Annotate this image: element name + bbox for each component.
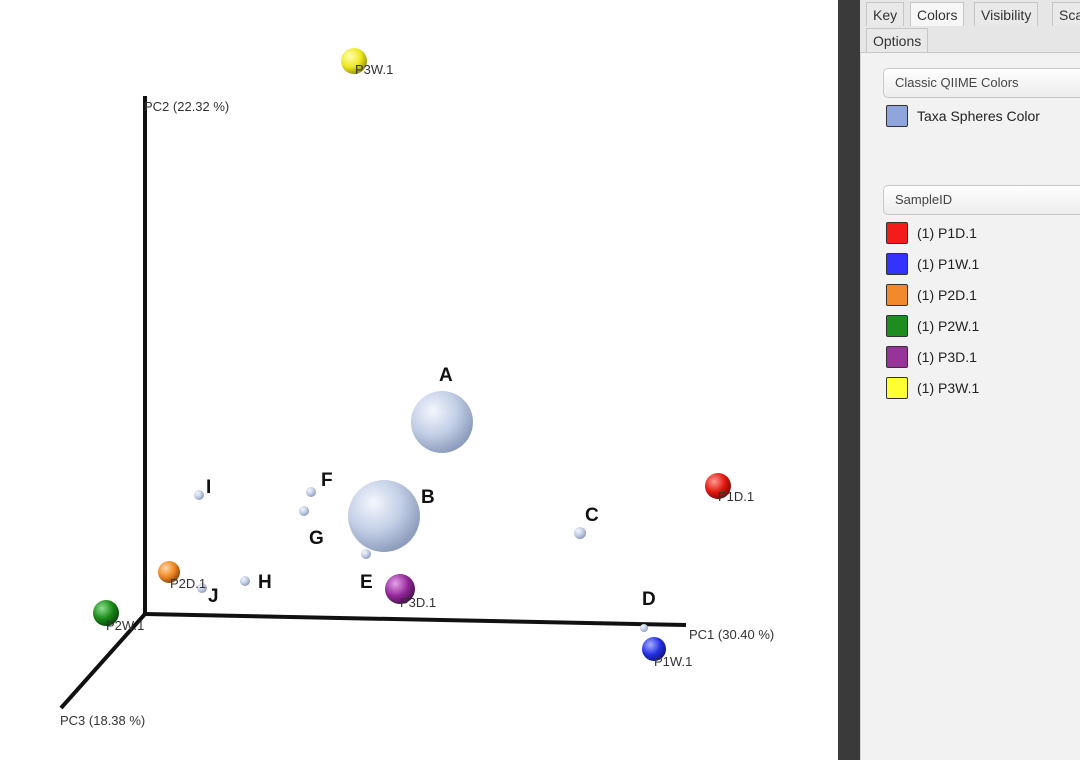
taxa-label-H: H <box>258 572 272 593</box>
plot-canvas <box>59 48 731 710</box>
taxa-label-G: G <box>309 528 324 549</box>
legend-color-swatch[interactable] <box>886 377 908 399</box>
taxa-label-E: E <box>360 572 373 593</box>
legend-color-swatch[interactable] <box>886 253 908 275</box>
color-scheme-select[interactable]: Classic QIIME Colors <box>883 68 1080 98</box>
sample-label-p2w1: P2W.1 <box>106 618 145 633</box>
taxa-sphere-I[interactable] <box>194 490 204 500</box>
sample-label-p1d1: P1D.1 <box>718 489 755 504</box>
legend-label: (1) P1W.1 <box>917 256 980 272</box>
legend-row: (1) P1W.1 <box>886 252 979 276</box>
taxa-spheres-color-row: Taxa Spheres Color <box>886 104 1040 128</box>
tab-options[interactable]: Options <box>866 28 929 52</box>
taxa-label-I: I <box>206 477 212 498</box>
tab-scaling[interactable]: Sca <box>1052 2 1080 26</box>
colors-tab-content: Classic QIIME Colors Taxa Spheres Color … <box>860 53 1080 760</box>
taxa-sphere-B[interactable] <box>348 480 420 552</box>
legend-row: (1) P3D.1 <box>886 345 977 369</box>
tab-key[interactable]: Key <box>866 2 905 26</box>
settings-panel: Key Colors Visibility Sca Options Classi… <box>860 0 1080 760</box>
pc1-axis-line <box>144 612 687 627</box>
tab-bar: Key Colors Visibility Sca Options <box>860 0 1080 56</box>
panel-splitter[interactable] <box>838 0 860 760</box>
legend-label: (1) P2W.1 <box>917 318 980 334</box>
legend-row: (1) P2W.1 <box>886 314 979 338</box>
taxa-sphere-F[interactable] <box>306 487 316 497</box>
taxa-label-J: J <box>208 586 219 607</box>
tab-visibility[interactable]: Visibility <box>974 2 1039 26</box>
sample-label-p3d1: P3D.1 <box>400 595 437 610</box>
legend-label: (1) P1D.1 <box>917 225 977 241</box>
taxa-sphere-D[interactable] <box>640 624 648 632</box>
legend-row: (1) P3W.1 <box>886 376 979 400</box>
sample-label-p3w1: P3W.1 <box>355 62 394 77</box>
taxa-spheres-color-swatch[interactable] <box>886 105 908 127</box>
taxa-label-A: A <box>439 365 453 386</box>
taxa-sphere-H[interactable] <box>240 576 250 586</box>
legend-color-swatch[interactable] <box>886 346 908 368</box>
taxa-sphere-G[interactable] <box>299 506 309 516</box>
taxa-sphere-C[interactable] <box>574 527 586 539</box>
legend-color-swatch[interactable] <box>886 315 908 337</box>
taxa-sphere-A[interactable] <box>411 391 473 453</box>
taxa-label-C: C <box>585 505 599 526</box>
taxa-label-F: F <box>321 470 333 491</box>
pc2-axis-label: PC2 (22.32 %) <box>144 99 230 114</box>
legend-row: (1) P2D.1 <box>886 283 977 307</box>
legend-label: (1) P2D.1 <box>917 287 977 303</box>
legend-label: (1) P3W.1 <box>917 380 980 396</box>
taxa-spheres-color-label: Taxa Spheres Color <box>917 108 1040 124</box>
tab-colors[interactable]: Colors <box>910 2 965 26</box>
legend-row: (1) P1D.1 <box>886 221 977 245</box>
legend-color-swatch[interactable] <box>886 222 908 244</box>
pc1-axis-label: PC1 (30.40 %) <box>689 627 775 642</box>
sample-label-p1w1: P1W.1 <box>654 654 693 669</box>
taxa-label-D: D <box>642 589 656 610</box>
taxa-sphere-E[interactable] <box>361 549 371 559</box>
pcoa-3d-plot[interactable]: PC2 (22.32 %) PC1 (30.40 %) PC3 (18.38 %… <box>0 0 838 760</box>
pc3-axis-label: PC3 (18.38 %) <box>60 713 146 728</box>
legend-color-swatch[interactable] <box>886 284 908 306</box>
taxa-label-B: B <box>421 487 435 508</box>
category-select[interactable]: SampleID <box>883 185 1080 215</box>
sample-label-p2d1: P2D.1 <box>170 576 207 591</box>
legend-label: (1) P3D.1 <box>917 349 977 365</box>
